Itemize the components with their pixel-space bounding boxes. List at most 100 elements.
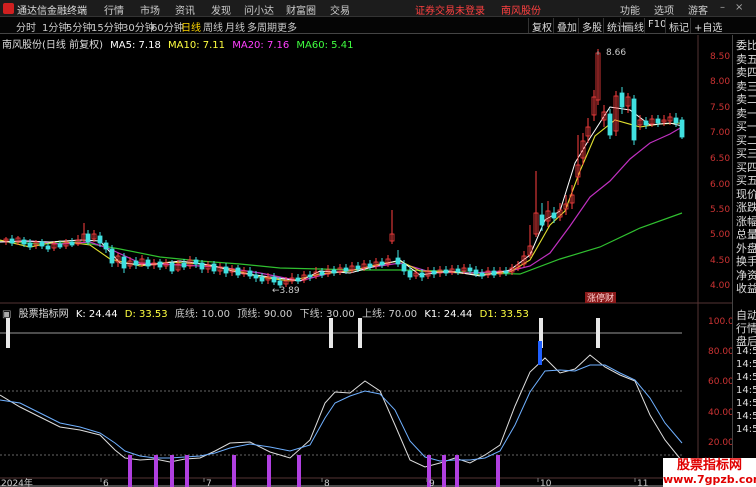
candle-body: [199, 262, 205, 270]
signal-bar: [297, 455, 301, 487]
tick-time: 14:50: [736, 372, 756, 383]
time-label: 2024年: [1, 477, 33, 487]
minimize-icon[interactable]: –: [720, 2, 725, 13]
candle-body: [443, 269, 449, 274]
candle-body: [295, 277, 301, 282]
tab-60min[interactable]: 60分钟: [151, 19, 184, 34]
candle-body: [479, 272, 485, 277]
signal-bar: [596, 318, 600, 348]
candle-body: [235, 267, 241, 276]
candle-body: [193, 259, 199, 265]
tab-1min[interactable]: 1分钟: [42, 19, 68, 34]
candle-body: [379, 261, 385, 266]
tab-daily[interactable]: 日线: [181, 19, 201, 34]
guest-user[interactable]: 游客: [688, 2, 708, 17]
menu-trade[interactable]: 交易: [330, 2, 350, 17]
candle-body: [407, 270, 413, 278]
close-icon[interactable]: ×: [735, 2, 743, 13]
low-value: 3.89: [280, 286, 300, 296]
price-tick: 8.50: [710, 52, 730, 62]
candle-body: [607, 113, 613, 136]
price-tick: 4.50: [710, 256, 730, 266]
signal-bar: [358, 318, 362, 348]
tab-15min[interactable]: 15分钟: [91, 19, 124, 34]
tick-time: 14:50: [736, 424, 756, 435]
candle-body: [27, 242, 33, 248]
candle-body: [539, 214, 545, 226]
candle-body: [259, 276, 265, 282]
quote-panel: 委比 卖五 卖四 卖三 卖二 卖一 买一 买二 买三 买四 买五 现价 涨跌 涨幅 总量 外盘 换手 净资 收益 自…: [732, 35, 756, 487]
time-label: 6: [103, 479, 109, 487]
candle-body: [503, 270, 509, 274]
candle-body: [355, 265, 361, 270]
multi-stock-button[interactable]: 多股: [578, 18, 605, 34]
candle-body: [121, 256, 127, 269]
menu-market[interactable]: 市场: [140, 2, 160, 17]
stock-link[interactable]: 南风股份: [501, 2, 541, 17]
overlay-button[interactable]: 叠加: [553, 18, 580, 34]
mark-button[interactable]: 标记: [665, 18, 692, 34]
signal-bar: [128, 455, 132, 487]
candle-body: [253, 274, 259, 279]
tab-more[interactable]: 更多: [277, 19, 297, 34]
candle-body: [619, 92, 625, 108]
menu-news[interactable]: 资讯: [175, 2, 195, 17]
menu-discover[interactable]: 发现: [211, 2, 231, 17]
price-tick: 5.50: [710, 205, 730, 215]
indicator-tick: 100.0: [708, 317, 732, 327]
draw-line-button[interactable]: 画线: [620, 18, 647, 34]
candle-body: [401, 263, 407, 272]
candle-body: [181, 262, 187, 268]
indicator-tick: 60.00: [708, 377, 732, 387]
period-toolbar: 分时 1分钟 5分钟 15分钟 30分钟 60分钟 日线 周线 月线 多周期 更…: [0, 17, 756, 34]
candle-body: [69, 241, 75, 246]
candle-body: [145, 259, 151, 267]
tab-intraday[interactable]: 分时: [16, 19, 36, 34]
chart-canvas[interactable]: 8.50 8.00 7.50 7.00 6.50 6.00 5.50 5.00 …: [0, 35, 732, 487]
menu-options[interactable]: 选项: [654, 2, 674, 17]
site-watermark: 股票指标网 www.7gpzb.com: [663, 458, 756, 487]
add-watchlist-button[interactable]: +自选: [690, 18, 730, 34]
signal-bar: [442, 455, 446, 487]
adjust-price-button[interactable]: 复权: [528, 18, 555, 34]
tick-time: 14:50: [736, 385, 756, 396]
quote-field-label: 收益: [736, 282, 756, 295]
candle-body: [367, 263, 373, 268]
high-label: 8.66: [606, 48, 626, 58]
app-logo-icon: [3, 3, 14, 14]
menu-wealth-circle[interactable]: 财富圈: [286, 2, 316, 17]
candle-body: [467, 267, 473, 272]
signal-bar: [329, 318, 333, 348]
candle-body: [343, 267, 349, 272]
tab-30min[interactable]: 30分钟: [122, 19, 155, 34]
candle-body: [85, 233, 91, 243]
ma10-line: [0, 119, 683, 282]
price-tick: 6.50: [710, 154, 730, 164]
login-notice[interactable]: 证券交易未登录: [415, 2, 485, 17]
tick-time: 14:50: [736, 346, 756, 357]
signal-bar: [170, 455, 174, 487]
menu-quotes[interactable]: 行情: [104, 2, 124, 17]
title-bar: 通达信金融终端 行情 市场 资讯 发现 问小达 财富圈 交易 证券交易未登录 南…: [0, 0, 756, 17]
price-tick: 6.00: [710, 180, 730, 190]
tab-5min[interactable]: 5分钟: [66, 19, 92, 34]
candle-body: [103, 242, 109, 250]
tab-multi-period[interactable]: 多周期: [247, 19, 277, 34]
candle-body: [491, 270, 497, 276]
time-label: 8: [324, 479, 330, 487]
price-tick: 5.00: [710, 230, 730, 240]
signal-bar: [455, 455, 459, 487]
low-label: ←3.89: [272, 286, 300, 296]
candle-body: [673, 117, 679, 124]
indicator-k-curve: [0, 354, 683, 468]
candle-body: [157, 261, 163, 268]
tab-monthly[interactable]: 月线: [225, 19, 245, 34]
candle-body: [271, 276, 277, 283]
signal-bar: [6, 318, 10, 348]
menu-functions[interactable]: 功能: [620, 2, 640, 17]
candle-body: [211, 263, 217, 272]
signal-bar: [232, 455, 236, 487]
tab-weekly[interactable]: 周线: [203, 19, 223, 34]
candle-body: [631, 98, 637, 141]
menu-assistant[interactable]: 问小达: [244, 2, 274, 17]
